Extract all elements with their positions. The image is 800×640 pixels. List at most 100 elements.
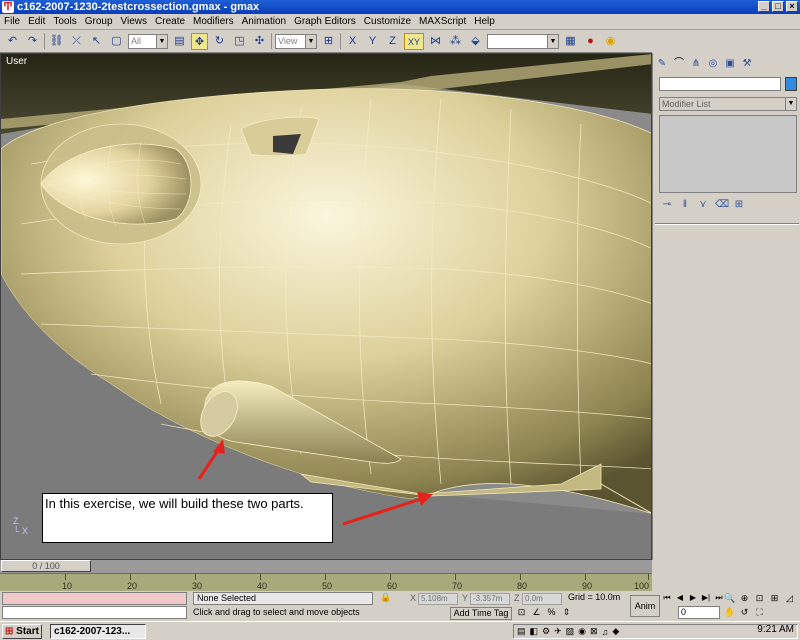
menu-maxscript[interactable]: MAXScript	[415, 16, 470, 27]
unlink-icon[interactable]: ⤫	[68, 33, 85, 50]
configure-modifier-sets-icon[interactable]: ⊞	[733, 199, 745, 211]
restrict-x-icon[interactable]: X	[344, 33, 361, 50]
zoom-icon[interactable]: 🔍	[724, 592, 735, 604]
viewport-label[interactable]: User	[6, 56, 27, 67]
menu-help[interactable]: Help	[470, 16, 499, 27]
go-to-start-icon[interactable]: ⏮	[662, 592, 672, 603]
lock-selection-icon[interactable]: 🔒	[380, 592, 391, 603]
mirror-icon[interactable]: ⋈	[427, 33, 444, 50]
move-icon[interactable]: ✥	[191, 32, 208, 50]
named-selection-sets-dropdown[interactable]: ▼	[487, 33, 559, 49]
menu-customize[interactable]: Customize	[360, 16, 415, 27]
close-button[interactable]: ×	[786, 1, 798, 12]
make-unique-icon[interactable]: ⋎	[697, 199, 709, 211]
animate-toggle-button[interactable]: Anim	[630, 595, 660, 617]
quick-render-icon[interactable]: ◉	[602, 33, 619, 50]
menu-group[interactable]: Group	[81, 16, 117, 27]
field-of-view-icon[interactable]: ◿	[784, 592, 795, 604]
tray-icon[interactable]: ✈	[554, 626, 562, 637]
pivot-center-icon[interactable]: ⊞	[320, 33, 337, 50]
menu-create[interactable]: Create	[151, 16, 189, 27]
restrict-y-icon[interactable]: Y	[364, 33, 381, 50]
previous-frame-icon[interactable]: ◀	[675, 592, 685, 603]
tray-icon[interactable]: ⚙	[542, 626, 550, 637]
next-frame-icon[interactable]: ▶|	[701, 592, 711, 603]
go-to-end-icon[interactable]: ⏭	[714, 592, 724, 603]
material-editor-icon[interactable]: ▦	[562, 33, 579, 50]
arc-rotate-icon[interactable]: ↺	[739, 606, 750, 618]
rotate-icon[interactable]: ↻	[211, 33, 228, 50]
object-name-field[interactable]	[659, 77, 781, 91]
tray-icon[interactable]: ◧	[530, 626, 539, 637]
modify-tab-icon[interactable]: ⌒	[672, 57, 686, 71]
create-tab-icon[interactable]: ✎	[655, 57, 669, 71]
x-coordinate-field[interactable]: 5.108m	[418, 593, 458, 605]
start-button[interactable]: ⊞ Start	[2, 624, 42, 639]
menu-graph-editors[interactable]: Graph Editors	[290, 16, 360, 27]
angle-snap-icon[interactable]: ∠	[531, 607, 542, 618]
pin-stack-icon[interactable]: ⊸	[661, 199, 673, 211]
track-label: 50	[322, 581, 333, 591]
spinner-snap-icon[interactable]: ⇕	[561, 607, 572, 618]
maximize-button[interactable]: □	[772, 1, 784, 12]
undo-icon[interactable]: ↶	[4, 33, 21, 50]
object-color-swatch[interactable]	[785, 77, 797, 91]
maximize-viewport-icon[interactable]: ⛶	[754, 606, 765, 618]
pan-icon[interactable]: ✋	[724, 606, 735, 618]
reference-coordinate-dropdown[interactable]: View ▼	[275, 33, 317, 49]
minimize-button[interactable]: _	[758, 1, 770, 12]
remove-modifier-icon[interactable]: ⌫	[715, 199, 729, 211]
maxscript-listener-output[interactable]	[2, 592, 187, 605]
maxscript-listener-input[interactable]	[2, 606, 187, 619]
menu-animation[interactable]: Animation	[238, 16, 290, 27]
time-slider-thumb[interactable]: 0 / 100	[1, 560, 91, 572]
display-tab-icon[interactable]: ▣	[723, 57, 737, 71]
y-coordinate-field[interactable]: -3.357m	[470, 593, 510, 605]
zoom-extents-icon[interactable]: ⊡	[754, 592, 765, 604]
utilities-tab-icon[interactable]: ⚒	[740, 57, 754, 71]
modifier-stack[interactable]	[659, 115, 797, 193]
system-tray: ▤ ◧ ⚙ ✈ ▨ ◉ ⊠ ♫ ◆	[513, 624, 798, 639]
zoom-all-icon[interactable]: ⊕	[739, 592, 750, 604]
viewport-user[interactable]: User In this exercise, we will build the…	[0, 53, 652, 560]
restrict-z-icon[interactable]: Z	[384, 33, 401, 50]
tray-icon[interactable]: ◆	[612, 626, 619, 637]
tray-icon[interactable]: ▤	[517, 626, 526, 637]
tray-icon[interactable]: ◉	[578, 626, 586, 637]
time-slider[interactable]: 0 / 100	[0, 560, 652, 573]
menu-edit[interactable]: Edit	[24, 16, 49, 27]
tray-icon[interactable]: ♫	[602, 627, 609, 637]
current-frame-field[interactable]: 0	[678, 606, 720, 619]
selection-filter-dropdown[interactable]: All ▼	[128, 33, 168, 49]
tray-icon[interactable]: ▨	[566, 626, 575, 637]
select-manipulate-icon[interactable]: ✣	[251, 33, 268, 50]
taskbar-item-gmax[interactable]: c162-2007-123...	[50, 624, 146, 639]
menu-modifiers[interactable]: Modifiers	[189, 16, 238, 27]
menu-file[interactable]: File	[0, 16, 24, 27]
modifier-list-dropdown[interactable]: Modifier List ▼	[659, 97, 797, 111]
select-by-name-icon[interactable]: ▤	[171, 33, 188, 50]
scale-icon[interactable]: ◳	[231, 33, 248, 50]
show-end-result-icon[interactable]: ‖	[679, 199, 691, 211]
tray-icon[interactable]: ⊠	[590, 626, 598, 637]
redo-icon[interactable]: ↷	[24, 33, 41, 50]
main-toolbar: ↶ ↷ ⛓ ⤫ ↖ ▢ All ▼ ▤ ✥ ↻ ◳ ✣ View ▼ ⊞ X Y Z…	[0, 30, 652, 53]
snap-toggle-icon[interactable]: ⊡	[516, 607, 527, 618]
track-bar[interactable]: 10 20 30 40 50 60 70 80 90 100	[0, 573, 652, 591]
array-icon[interactable]: ⁂	[447, 33, 464, 50]
select-object-icon[interactable]: ↖	[88, 33, 105, 50]
menu-views[interactable]: Views	[117, 16, 152, 27]
z-coordinate-field[interactable]: 0.0m	[522, 593, 562, 605]
motion-tab-icon[interactable]: ◎	[706, 57, 720, 71]
zoom-extents-all-icon[interactable]: ⊞	[769, 592, 780, 604]
hierarchy-tab-icon[interactable]: ⋔	[689, 57, 703, 71]
restrict-xy-button[interactable]: XY	[404, 32, 424, 50]
add-time-tag-button[interactable]: Add Time Tag	[450, 607, 512, 620]
region-select-icon[interactable]: ▢	[108, 33, 125, 50]
menu-tools[interactable]: Tools	[49, 16, 80, 27]
percent-snap-icon[interactable]: %	[546, 607, 557, 618]
link-icon[interactable]: ⛓	[48, 33, 65, 50]
render-icon[interactable]: ●	[582, 33, 599, 50]
play-icon[interactable]: ▶	[688, 592, 698, 603]
align-icon[interactable]: ⬙	[467, 33, 484, 50]
